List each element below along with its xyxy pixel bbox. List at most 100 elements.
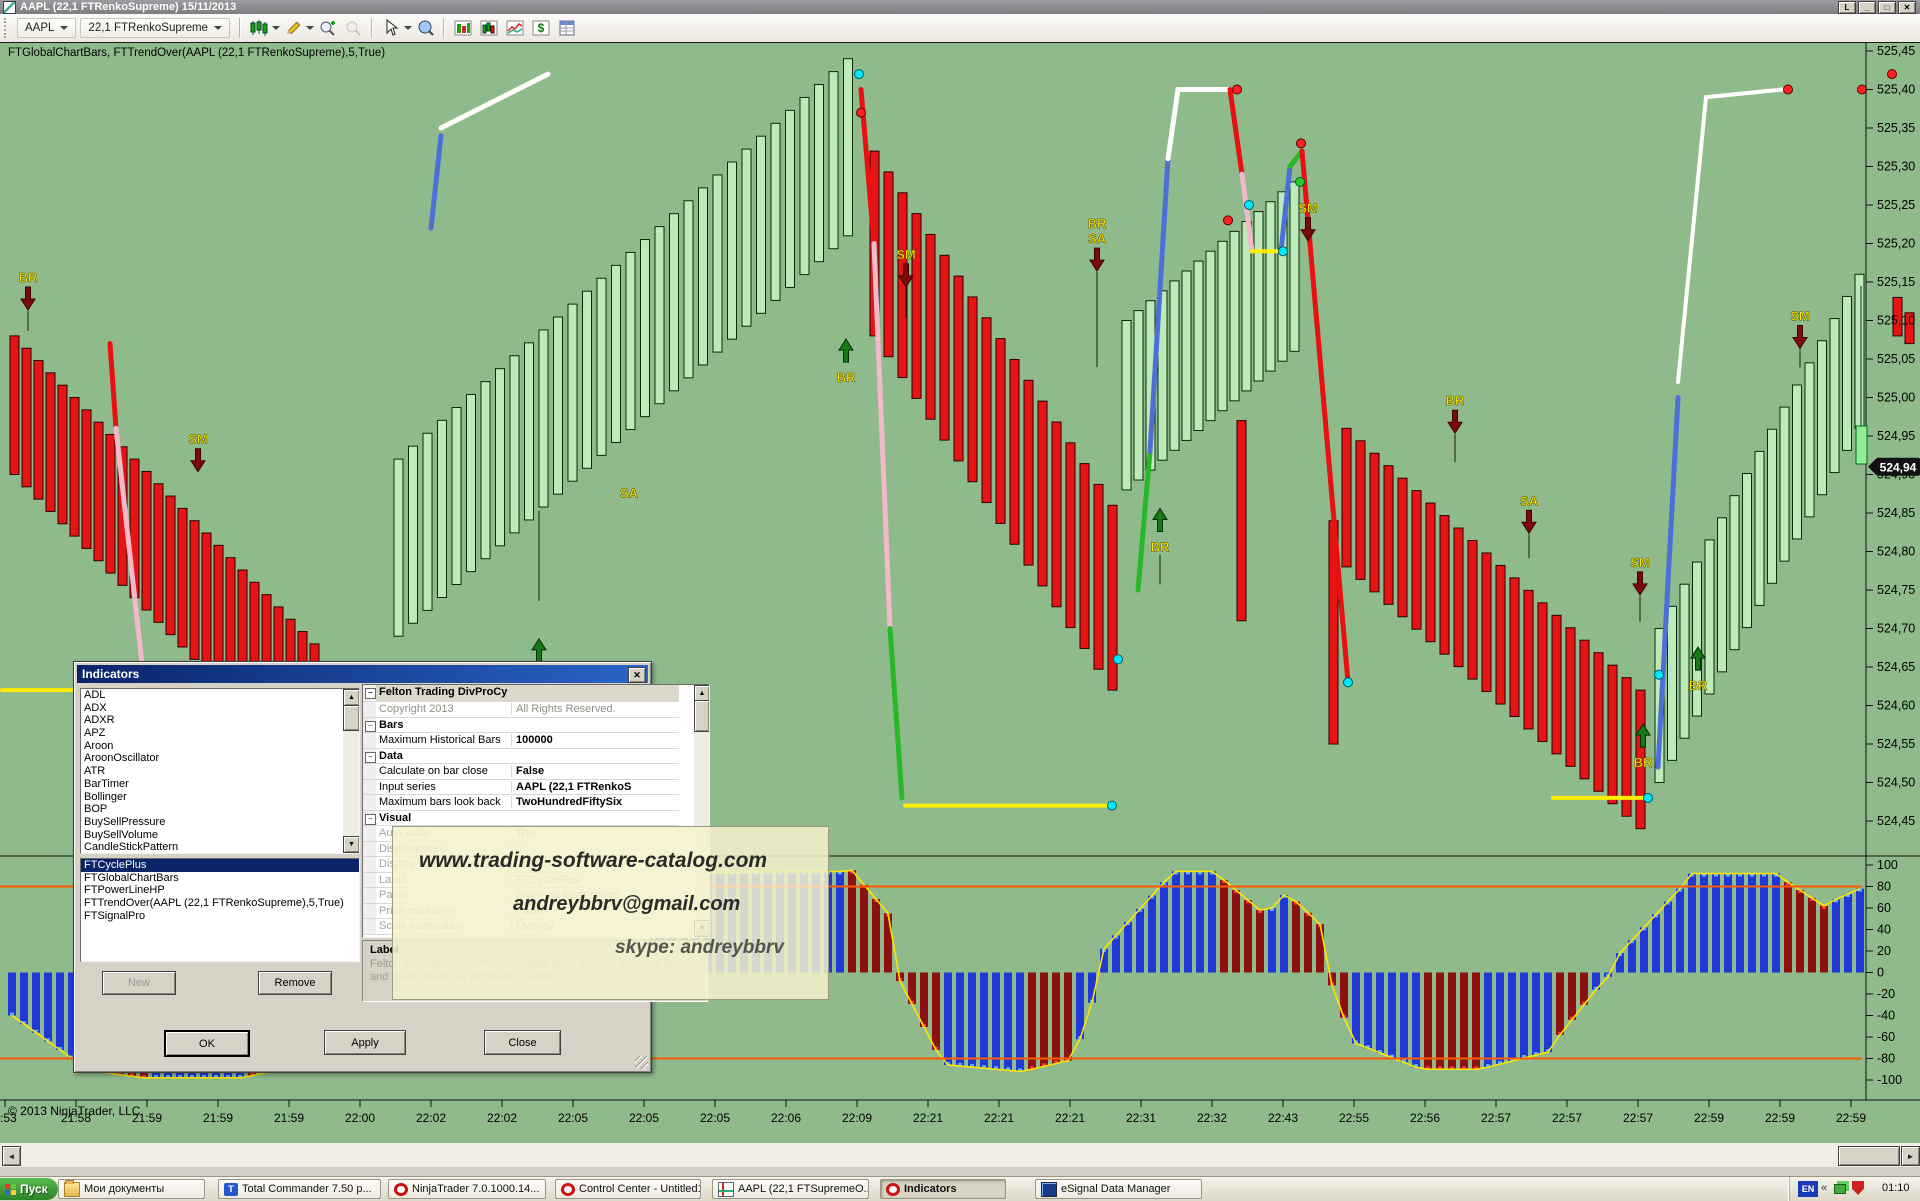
start-button[interactable]: Пуск bbox=[0, 1178, 58, 1200]
preview-icon[interactable] bbox=[413, 17, 437, 39]
property-row[interactable]: Copyright 2013All Rights Reserved. bbox=[363, 702, 679, 718]
collapse-icon[interactable]: − bbox=[365, 814, 376, 825]
renko-bar bbox=[1855, 274, 1864, 428]
selected-indicator-item[interactable]: FTGlobalChartBars bbox=[81, 872, 359, 885]
selected-indicator-item[interactable]: FTSignalPro bbox=[81, 910, 359, 923]
available-list-scrollbar[interactable]: ▲ ▼ bbox=[343, 689, 359, 853]
scroll-left-icon[interactable]: ◄ bbox=[2, 1146, 21, 1166]
symbol-dropdown[interactable]: AAPL bbox=[17, 18, 76, 38]
close-button[interactable]: ✕ bbox=[1898, 1, 1916, 14]
chart-style-icon[interactable] bbox=[247, 17, 271, 39]
price-tick-label: 524,70 bbox=[1877, 622, 1915, 636]
restore-button[interactable]: □ bbox=[1878, 1, 1896, 14]
zoom-in-icon[interactable] bbox=[315, 17, 339, 39]
taskbar-button[interactable]: NinjaTrader 7.0.1000.14... bbox=[388, 1179, 546, 1199]
renko-bar bbox=[70, 398, 79, 537]
chevron-down-icon[interactable] bbox=[404, 26, 412, 30]
layout-button[interactable]: L bbox=[1838, 1, 1856, 14]
cyan-signal-dot bbox=[1344, 678, 1353, 687]
indicator-list-item[interactable]: ATR bbox=[81, 765, 359, 778]
resize-grip[interactable] bbox=[635, 1056, 648, 1069]
scroll-down-icon[interactable]: ▼ bbox=[343, 836, 360, 853]
pencil-icon[interactable] bbox=[281, 17, 305, 39]
collapse-icon[interactable]: − bbox=[365, 688, 376, 699]
minimize-button[interactable]: _ bbox=[1858, 1, 1876, 14]
property-row[interactable]: −Bars bbox=[363, 718, 679, 734]
dollar-icon[interactable]: $ bbox=[529, 17, 553, 39]
security-shield-icon[interactable] bbox=[1852, 1181, 1864, 1195]
indicator-list-item[interactable]: AroonOscillator bbox=[81, 752, 359, 765]
scrollbar-thumb[interactable] bbox=[343, 705, 360, 731]
collapse-icon[interactable]: − bbox=[365, 752, 376, 763]
indicator-list-item[interactable]: BarTimer bbox=[81, 778, 359, 791]
osc-bar bbox=[1700, 874, 1708, 973]
indicator-list-item[interactable]: Aroon bbox=[81, 740, 359, 753]
dialog-title-bar[interactable]: Indicators ✕ bbox=[77, 665, 648, 683]
taskbar-button[interactable]: AAPL (22,1 FTSupremeO... bbox=[712, 1179, 869, 1199]
horizontal-scrollbar[interactable]: ◄ ► bbox=[0, 1143, 1920, 1167]
marker-label: SM bbox=[1630, 555, 1650, 570]
apply-button[interactable]: Apply bbox=[324, 1030, 406, 1055]
data-grid-icon[interactable] bbox=[555, 17, 579, 39]
price-tick-label: 525,35 bbox=[1877, 121, 1915, 135]
interval-dropdown[interactable]: 22,1 FTRenkoSupreme bbox=[80, 18, 230, 38]
selected-indicator-item[interactable]: FTCyclePlus bbox=[81, 859, 359, 872]
indicator-list-item[interactable]: APZ bbox=[81, 727, 359, 740]
taskbar-button[interactable]: Control Center - Untitled1 bbox=[555, 1179, 701, 1199]
taskbar-button[interactable]: Мои документы bbox=[58, 1179, 205, 1199]
available-indicators-list[interactable]: ADLADXADXRAPZAroonAroonOscillatorATRBarT… bbox=[80, 688, 360, 854]
collapse-icon[interactable]: − bbox=[365, 721, 376, 732]
tray-chevron-icon[interactable]: « bbox=[1821, 1182, 1827, 1194]
toolbar-grip[interactable] bbox=[4, 18, 13, 38]
chevron-down-icon[interactable] bbox=[306, 26, 314, 30]
indicator-list-item[interactable]: ADX bbox=[81, 702, 359, 715]
property-row[interactable]: Calculate on bar closeFalse bbox=[363, 764, 679, 780]
remove-button[interactable]: Remove bbox=[258, 971, 332, 995]
indicator-list-item[interactable]: ADXR bbox=[81, 714, 359, 727]
selected-indicators-list[interactable]: FTCyclePlusFTGlobalChartBarsFTPowerLineH… bbox=[80, 858, 360, 962]
property-row[interactable]: Maximum Historical Bars100000 bbox=[363, 733, 679, 749]
taskbar-button[interactable]: TTotal Commander 7.50 p... bbox=[218, 1179, 381, 1199]
indicator-list-item[interactable]: BuySellVolume bbox=[81, 829, 359, 842]
market-analyzer-icon[interactable] bbox=[451, 17, 475, 39]
close-button[interactable]: Close bbox=[484, 1030, 561, 1055]
scrollbar-thumb[interactable] bbox=[694, 700, 710, 732]
osc-bar bbox=[1256, 910, 1264, 972]
property-row[interactable]: Maximum bars look backTwoHundredFiftySix bbox=[363, 795, 679, 811]
renko-bar bbox=[409, 446, 418, 623]
osc-bar bbox=[1484, 973, 1492, 1068]
osc-bar bbox=[1688, 874, 1696, 973]
taskbar-button[interactable]: eSignal Data Manager bbox=[1035, 1179, 1202, 1199]
indicator-list-item[interactable]: BuySellPressure bbox=[81, 816, 359, 829]
renko-bar bbox=[1254, 212, 1263, 381]
selected-indicator-item[interactable]: FTTrendOver(AAPL (22,1 FTRenkoSupreme),5… bbox=[81, 897, 359, 910]
indicator-list-item[interactable]: ADL bbox=[81, 689, 359, 702]
price-tick-label: 524,75 bbox=[1877, 583, 1915, 597]
indicator-list-item[interactable]: BOP bbox=[81, 803, 359, 816]
taskbar-button[interactable]: Indicators bbox=[880, 1179, 1006, 1199]
price-tick-label: 524,80 bbox=[1877, 545, 1915, 559]
renko-bar bbox=[1793, 385, 1802, 539]
indicator-list-item[interactable]: Bollinger bbox=[81, 791, 359, 804]
ok-button[interactable]: OK bbox=[164, 1030, 250, 1057]
chart-window-icon[interactable] bbox=[477, 17, 501, 39]
scrollbar-thumb[interactable] bbox=[1838, 1146, 1900, 1166]
line-chart-icon[interactable] bbox=[503, 17, 527, 39]
svg-text:524,94: 524,94 bbox=[1880, 460, 1917, 474]
network-icon[interactable] bbox=[1834, 1184, 1846, 1194]
property-row[interactable]: Input seriesAAPL (22,1 FTRenkoS bbox=[363, 780, 679, 796]
scroll-up-icon[interactable]: ▲ bbox=[343, 689, 360, 706]
property-row[interactable]: −Visual bbox=[363, 811, 679, 827]
scroll-right-icon[interactable]: ► bbox=[1901, 1146, 1920, 1166]
cursor-icon[interactable] bbox=[379, 17, 403, 39]
dialog-close-icon[interactable]: ✕ bbox=[628, 667, 646, 683]
property-row[interactable]: −Data bbox=[363, 749, 679, 765]
indicator-list-item[interactable]: CandleStickPattern bbox=[81, 841, 359, 854]
renko-bar bbox=[884, 172, 893, 357]
chevron-down-icon[interactable] bbox=[272, 26, 280, 30]
property-row[interactable]: −Felton Trading DivProCyclePlus 1.0.4.2. bbox=[363, 685, 679, 702]
selected-indicator-item[interactable]: FTPowerLineHP bbox=[81, 884, 359, 897]
osc-bar bbox=[1268, 908, 1276, 973]
language-indicator[interactable]: EN bbox=[1798, 1181, 1818, 1197]
renko-bar bbox=[1170, 281, 1179, 450]
